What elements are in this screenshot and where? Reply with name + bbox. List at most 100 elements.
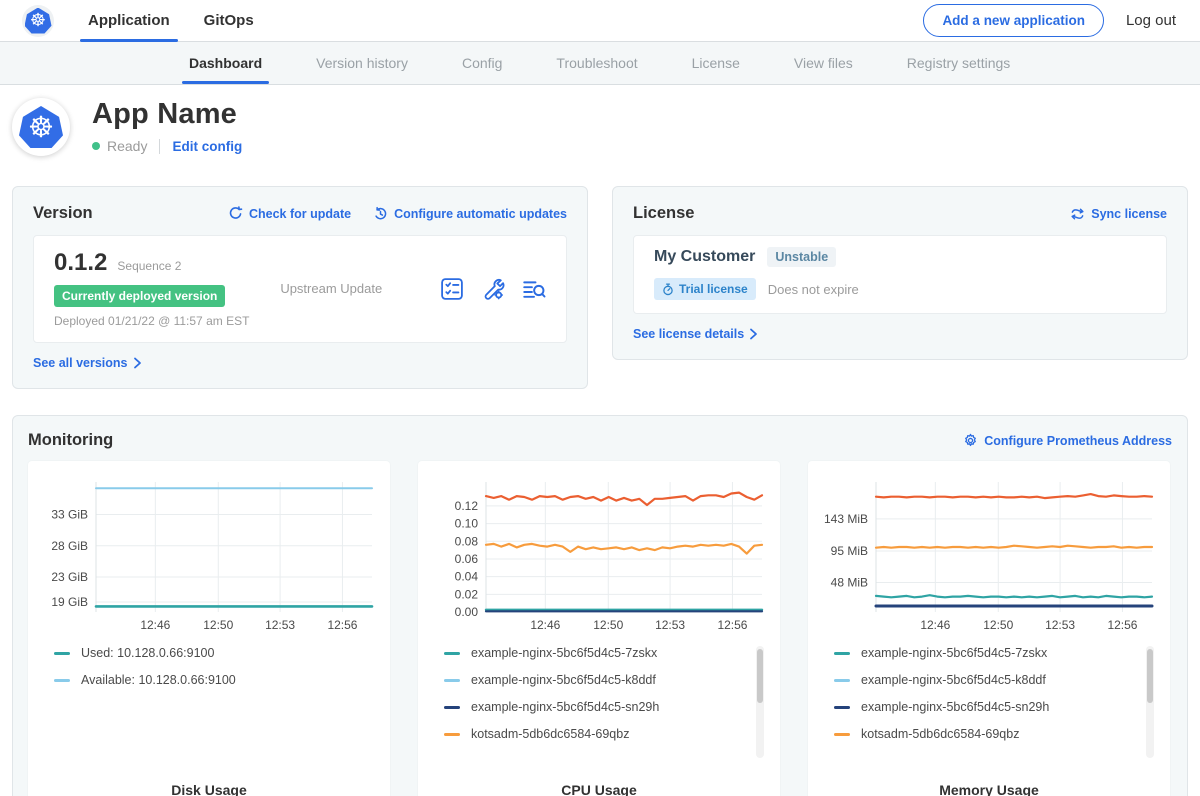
legend-scrollbar[interactable] [1146,646,1154,758]
wrench-gear-config-icon[interactable] [481,277,505,301]
chevron-right-icon [749,328,758,340]
charts-row: 19 GiB23 GiB28 GiB33 GiB12:4612:5012:531… [28,461,1172,796]
currently-deployed-badge: Currently deployed version [54,285,225,307]
svg-text:12:46: 12:46 [530,618,560,632]
legend-label: example-nginx-5bc6f5d4c5-sn29h [471,700,659,714]
tab-dashboard[interactable]: Dashboard [162,42,289,84]
legend-scrollbar-thumb[interactable] [757,649,763,703]
svg-text:19 GiB: 19 GiB [51,595,88,609]
topnav-tab-gitops[interactable]: GitOps [202,0,256,42]
chart-title: Disk Usage [40,782,378,796]
svg-text:12:50: 12:50 [983,618,1013,632]
svg-text:143 MiB: 143 MiB [824,512,868,526]
legend-color-dash [834,679,850,682]
svg-text:0.10: 0.10 [455,517,479,531]
svg-text:12:56: 12:56 [327,618,357,632]
version-sequence: Sequence 2 [117,259,181,273]
svg-text:12:46: 12:46 [140,618,170,632]
monitoring-title: Monitoring [28,431,113,450]
svg-text:12:56: 12:56 [717,618,747,632]
legend-item: example-nginx-5bc6f5d4c5-sn29h [444,700,768,714]
chart-card-cpu-usage: 0.000.020.040.060.080.100.1212:4612:5012… [418,461,780,796]
legend-label: example-nginx-5bc6f5d4c5-sn29h [861,700,1049,714]
chevron-right-icon [133,357,142,369]
preflight-checks-icon[interactable] [440,277,464,301]
see-all-versions-link[interactable]: See all versions [33,356,142,370]
customer-name: My Customer [654,248,755,266]
chart-plot-cpu-usage: 0.000.020.040.060.080.100.1212:4612:5012… [430,474,768,632]
current-version-card: 0.1.2 Sequence 2 Currently deployed vers… [33,235,567,343]
svg-text:12:50: 12:50 [593,618,623,632]
tab-view-files[interactable]: View files [767,42,880,84]
license-card-title: License [633,204,694,223]
edit-config-link[interactable]: Edit config [172,139,242,154]
legend-color-dash [834,733,850,736]
legend-color-dash [54,679,70,682]
legend-color-dash [444,706,460,709]
add-new-application-button[interactable]: Add a new application [923,4,1104,37]
top-nav: ☸ Application GitOps Add a new applicati… [0,0,1200,42]
version-card: Version Check for update Configure autom… [12,186,588,389]
sync-license-link[interactable]: Sync license [1070,207,1167,221]
legend-label: example-nginx-5bc6f5d4c5-7zskx [861,646,1047,660]
app-name-title: App Name [92,98,242,131]
license-expiry-label: Does not expire [768,282,859,297]
legend-label: kotsadm-5db6dc6584-69qbz [471,727,629,741]
svg-text:12:46: 12:46 [920,618,950,632]
chart-card-disk-usage: 19 GiB23 GiB28 GiB33 GiB12:4612:5012:531… [28,461,390,796]
tab-config[interactable]: Config [435,42,529,84]
legend-item: example-nginx-5bc6f5d4c5-7zskx [834,646,1158,660]
version-card-title: Version [33,204,93,223]
license-detail-card: My Customer Unstable Trial license Does … [633,235,1167,314]
legend-label: example-nginx-5bc6f5d4c5-7zskx [471,646,657,660]
legend-item: example-nginx-5bc6f5d4c5-sn29h [834,700,1158,714]
legend-item: kotsadm-5db6dc6584-69qbz [444,727,768,741]
view-files-diff-icon[interactable] [522,277,546,301]
gear-icon [963,433,978,448]
legend-color-dash [834,652,850,655]
svg-text:0.08: 0.08 [455,534,479,548]
summary-cards-row: Version Check for update Configure autom… [12,186,1188,389]
stopwatch-icon [662,283,674,296]
tab-version-history[interactable]: Version history [289,42,435,84]
legend-scrollbar[interactable] [756,646,764,758]
svg-text:12:53: 12:53 [265,618,295,632]
svg-text:12:53: 12:53 [1045,618,1075,632]
tab-registry-settings[interactable]: Registry settings [880,42,1037,84]
chart-legend-disk-usage: Used: 10.128.0.66:9100Available: 10.128.… [54,646,378,768]
legend-label: kotsadm-5db6dc6584-69qbz [861,727,1019,741]
legend-item: example-nginx-5bc6f5d4c5-k8ddf [834,673,1158,687]
clock-update-icon [373,206,388,221]
svg-text:0.02: 0.02 [455,587,479,601]
license-card: License Sync license My Customer Unstabl… [612,186,1188,360]
svg-text:12:56: 12:56 [1107,618,1137,632]
configure-automatic-updates-link[interactable]: Configure automatic updates [373,206,567,221]
legend-item: Available: 10.128.0.66:9100 [54,673,378,687]
chart-card-memory-usage: 48 MiB95 MiB143 MiB12:4612:5012:5312:56e… [808,461,1170,796]
svg-text:0.06: 0.06 [455,552,479,566]
svg-text:0.00: 0.00 [455,605,479,619]
trial-license-label: Trial license [679,282,748,296]
legend-label: example-nginx-5bc6f5d4c5-k8ddf [471,673,656,687]
see-license-details-label: See license details [633,327,744,341]
topnav-tab-application[interactable]: Application [86,0,172,42]
kubernetes-logo-icon: ☸ [22,5,54,37]
legend-item: example-nginx-5bc6f5d4c5-7zskx [444,646,768,660]
legend-item: example-nginx-5bc6f5d4c5-k8ddf [444,673,768,687]
logout-button[interactable]: Log out [1126,12,1176,29]
monitoring-section: Monitoring Configure Prometheus Address … [12,415,1188,796]
legend-scrollbar-thumb[interactable] [1147,649,1153,703]
configure-prometheus-label: Configure Prometheus Address [984,434,1172,448]
check-for-update-link[interactable]: Check for update [228,206,351,221]
app-status-label: Ready [107,138,147,154]
tab-troubleshoot[interactable]: Troubleshoot [529,42,664,84]
version-number: 0.1.2 [54,249,107,277]
legend-color-dash [444,679,460,682]
see-license-details-link[interactable]: See license details [633,327,758,341]
configure-prometheus-link[interactable]: Configure Prometheus Address [963,433,1172,448]
tab-license[interactable]: License [665,42,767,84]
legend-item: kotsadm-5db6dc6584-69qbz [834,727,1158,741]
svg-text:12:50: 12:50 [203,618,233,632]
app-icon: ☸ [12,98,70,156]
svg-text:0.12: 0.12 [455,499,479,513]
